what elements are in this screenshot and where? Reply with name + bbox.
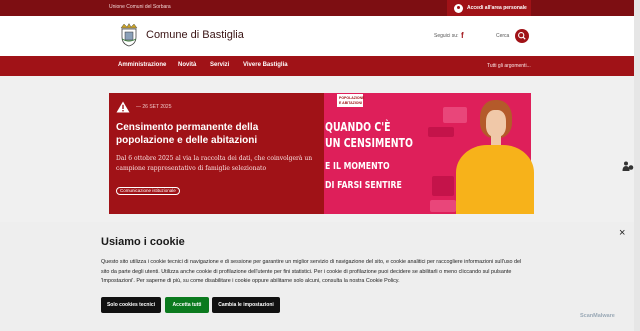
top-utility-bar: Unione Comuni del Sorbara Accedi all'are… — [0, 0, 634, 16]
login-button[interactable]: Accedi all'area personale — [447, 0, 531, 16]
cookie-title: Usiamo i cookie — [101, 236, 185, 248]
change-settings-button[interactable]: Cambia le impostazioni — [212, 297, 280, 313]
technical-cookies-button[interactable]: Solo cookies tecnici — [101, 297, 161, 313]
promo-badge-line: E ABITAZIONI — [339, 101, 362, 105]
promo-headline-line: QUANDO C'È — [325, 120, 391, 134]
accept-all-button[interactable]: Accetta tutti — [165, 297, 209, 313]
page-scrollbar[interactable] — [634, 0, 640, 331]
promo-person-face — [486, 110, 506, 137]
site-title[interactable]: Comune di Bastiglia — [146, 29, 244, 41]
cookie-description: Questo sito utilizza i cookie tecnici di… — [101, 259, 522, 284]
close-icon[interactable]: × — [619, 228, 625, 239]
hero-category-tag[interactable]: Comunicazione istituzionale — [116, 187, 180, 195]
login-label: Accedi all'area personale — [467, 5, 527, 11]
promo-person-sweater — [456, 145, 534, 214]
promo-subline: DI FARSI SENTIRE — [325, 180, 402, 191]
hero-date: — 26 SET 2025 — [136, 104, 172, 110]
promo-subline: E IL MOMENTO — [325, 161, 390, 172]
hero-description: Dal 6 ottobre 2025 al via la raccolta de… — [116, 155, 313, 172]
nav-item-vivere-bastiglia[interactable]: Vivere Bastiglia — [243, 62, 288, 68]
nav-item-amministrazione[interactable]: Amministrazione — [118, 62, 166, 68]
search-button[interactable] — [515, 29, 529, 43]
site-header: Comune di Bastiglia Seguici su: f Cerca — [0, 16, 634, 56]
warning-icon — [116, 101, 130, 113]
user-icon — [454, 3, 463, 13]
main-nav: Amministrazione Novità Servizi Vivere Ba… — [0, 56, 634, 76]
promo-badge-line: POPOLAZIONE — [339, 96, 365, 100]
union-link[interactable]: Unione Comuni del Sorbara — [109, 4, 171, 10]
accessibility-widget-icon[interactable] — [622, 160, 634, 172]
facebook-icon[interactable]: f — [461, 31, 464, 40]
promo-headline-line: UN CENSIMENTO — [325, 136, 413, 150]
search-label: Cerca — [496, 33, 510, 39]
promo-decoration — [428, 127, 454, 137]
promo-decoration — [430, 200, 456, 212]
hero-title[interactable]: Censimento permanente della popolazione … — [116, 121, 316, 147]
promo-decoration — [443, 107, 467, 123]
promo-badge: POPOLAZIONE E ABITAZIONI — [336, 93, 364, 108]
watermark-label: ScanMalware — [580, 313, 615, 319]
nav-item-novita[interactable]: Novità — [178, 62, 196, 68]
nav-item-servizi[interactable]: Servizi — [210, 62, 229, 68]
all-topics-link[interactable]: Tutti gli argomenti... — [487, 63, 531, 69]
follow-label: Seguici su: — [434, 33, 459, 39]
promo-decoration — [432, 176, 454, 196]
municipal-crest-logo[interactable] — [119, 23, 139, 47]
search-icon — [518, 32, 526, 40]
